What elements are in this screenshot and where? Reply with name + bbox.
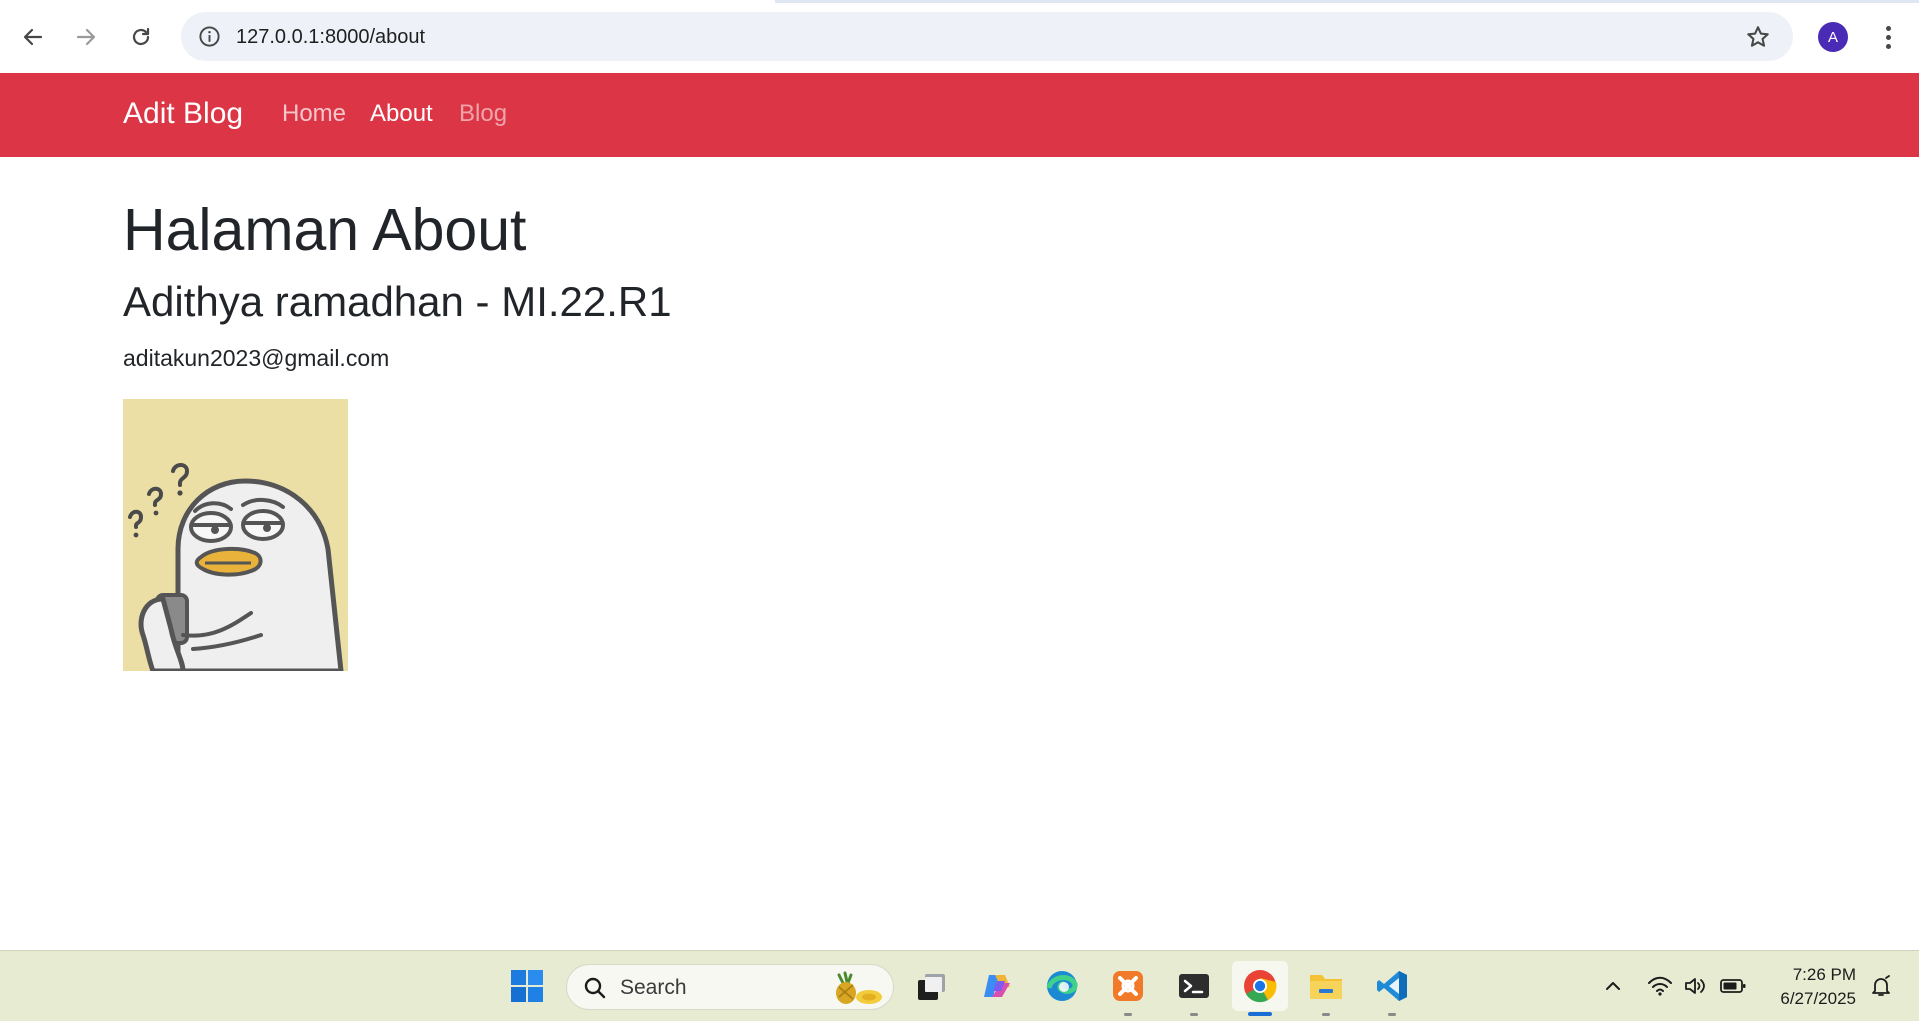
- profile-avatar[interactable]: A: [1818, 22, 1848, 52]
- clock-time: 7:26 PM: [1792, 965, 1856, 984]
- nav-link-about[interactable]: About: [370, 100, 433, 128]
- nav-link-home[interactable]: Home: [282, 100, 346, 128]
- back-button[interactable]: [15, 19, 51, 55]
- wifi-icon: [1648, 976, 1672, 996]
- chevron-up-icon: [1606, 982, 1620, 990]
- speaker-icon: [1685, 978, 1705, 994]
- reload-icon: [132, 27, 150, 46]
- url-text[interactable]: 127.0.0.1:8000/about: [236, 26, 425, 49]
- xampp-button[interactable]: [1107, 965, 1149, 1016]
- search-placeholder: Search: [620, 976, 687, 999]
- duck-thinking-phone-icon: [123, 399, 348, 671]
- running-indicator: [1388, 1013, 1396, 1016]
- edge-icon: [1046, 971, 1078, 1001]
- wifi-status[interactable]: [1642, 965, 1678, 1007]
- address-bar[interactable]: 127.0.0.1:8000/about: [181, 12, 1793, 61]
- task-view-icon: [918, 974, 945, 1000]
- file-explorer-icon: [1310, 975, 1342, 999]
- bookmark-star-icon[interactable]: [1745, 24, 1771, 50]
- copilot-button[interactable]: [976, 965, 1018, 1007]
- pineapple-icon: [836, 971, 882, 1004]
- chrome-button[interactable]: [1232, 961, 1288, 1016]
- terminal-button[interactable]: [1173, 965, 1215, 1016]
- active-tab-edge: [0, 0, 775, 3]
- nav-link-blog[interactable]: Blog: [459, 100, 507, 128]
- task-view-button[interactable]: [910, 965, 952, 1007]
- edge-button[interactable]: [1041, 965, 1083, 1007]
- reload-button[interactable]: [123, 19, 159, 55]
- running-indicator: [1322, 1013, 1330, 1016]
- forward-button[interactable]: [68, 19, 104, 55]
- start-button[interactable]: [506, 965, 548, 1007]
- navbar-brand[interactable]: Adit Blog: [123, 97, 243, 131]
- site-navbar: Adit Blog Home About Blog: [0, 73, 1919, 157]
- site-info-icon[interactable]: [198, 25, 221, 48]
- browser-toolbar: 127.0.0.1:8000/about A: [0, 0, 1919, 73]
- volume-control[interactable]: [1678, 965, 1712, 1007]
- bell-icon: [1872, 975, 1890, 996]
- arrow-left-icon: [23, 28, 43, 46]
- windows-taskbar: Search 7:26 PM 6/27/2025: [0, 950, 1919, 1021]
- system-clock[interactable]: 7:26 PM 6/27/2025: [1760, 963, 1856, 1011]
- search-icon: [584, 977, 606, 999]
- page-subtitle: Adithya ramadhan - MI.22.R1: [123, 278, 672, 325]
- vscode-icon: [1377, 971, 1407, 1001]
- show-hidden-icons-button[interactable]: [1594, 965, 1632, 1007]
- chrome-icon: [1244, 970, 1277, 1003]
- url-path: :8000/about: [319, 26, 426, 48]
- contact-email: aditakun2023@gmail.com: [123, 345, 390, 371]
- copilot-icon: [984, 975, 1010, 997]
- profile-image: [123, 399, 348, 671]
- taskbar-search-box[interactable]: Search: [566, 964, 894, 1010]
- terminal-icon: [1179, 974, 1209, 998]
- clock-date: 6/27/2025: [1780, 989, 1856, 1008]
- running-indicator: [1190, 1013, 1198, 1016]
- file-explorer-button[interactable]: [1305, 965, 1347, 1016]
- browser-menu-icon[interactable]: [1876, 22, 1900, 52]
- xampp-icon: [1113, 971, 1143, 1001]
- battery-icon: [1720, 979, 1746, 993]
- running-indicator: [1124, 1013, 1132, 1016]
- battery-status[interactable]: [1715, 965, 1751, 1007]
- vscode-button[interactable]: [1371, 965, 1413, 1016]
- windows-start-icon: [511, 970, 543, 1002]
- page-title: Halaman About: [123, 197, 527, 263]
- url-host: 127.0.0.1: [236, 26, 320, 48]
- active-app-indicator: [1248, 1012, 1272, 1016]
- notification-center-button[interactable]: [1862, 965, 1900, 1007]
- arrow-right-icon: [76, 28, 96, 46]
